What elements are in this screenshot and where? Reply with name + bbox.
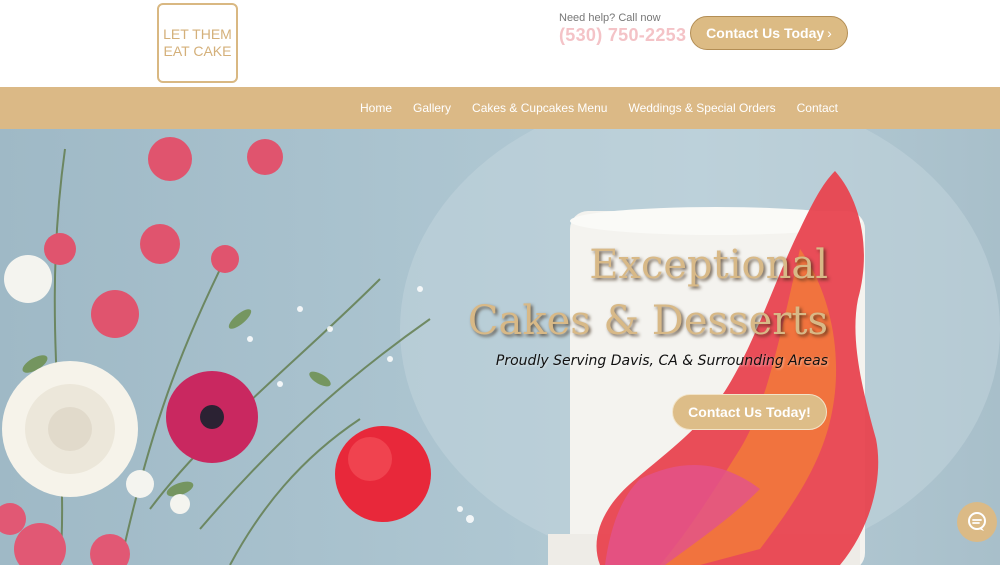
help-text: Need help? Call now xyxy=(559,12,661,24)
contact-us-button[interactable]: Contact Us Today › xyxy=(690,16,848,50)
hero-background-image xyxy=(0,129,1000,565)
logo[interactable]: LET THEM EAT CAKE xyxy=(157,3,238,83)
hero-subtitle: Proudly Serving Davis, CA & Surrounding … xyxy=(495,353,828,369)
site-header: LET THEM EAT CAKE Need help? Call now (5… xyxy=(0,0,1000,87)
logo-line-1: LET THEM xyxy=(163,26,232,42)
chevron-right-icon: › xyxy=(827,25,832,41)
hero-section: Exceptional Cakes & Desserts Proudly Ser… xyxy=(0,129,1000,565)
nav-item-cakes-menu[interactable]: Cakes & Cupcakes Menu xyxy=(472,101,607,115)
hero-title-line-1: Exceptional xyxy=(589,242,828,288)
chat-icon xyxy=(968,512,986,531)
contact-us-label: Contact Us Today xyxy=(706,25,825,41)
chat-button[interactable] xyxy=(957,502,997,542)
hero-title-line-2: Cakes & Desserts xyxy=(467,298,828,344)
phone-link[interactable]: (530) 750-2253 xyxy=(559,25,686,46)
hero-contact-button[interactable]: Contact Us Today! xyxy=(672,394,827,430)
nav-item-home[interactable]: Home xyxy=(360,101,392,115)
nav-item-gallery[interactable]: Gallery xyxy=(413,101,451,115)
nav-item-weddings[interactable]: Weddings & Special Orders xyxy=(628,101,775,115)
main-nav: Home Gallery Cakes & Cupcakes Menu Weddi… xyxy=(0,87,1000,129)
nav-item-contact[interactable]: Contact xyxy=(797,101,838,115)
logo-line-2: EAT CAKE xyxy=(163,43,232,59)
